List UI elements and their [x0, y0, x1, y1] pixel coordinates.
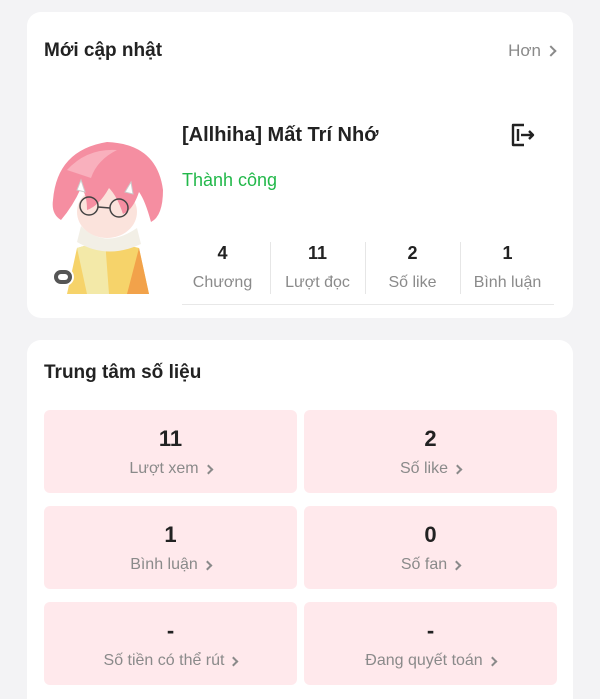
book-stat-chapters: 4 Chương: [175, 240, 270, 296]
book-stat-value: 1: [502, 243, 513, 263]
tile-label-text: Bình luận: [130, 556, 198, 573]
divider: [182, 304, 554, 305]
book-stat-value: 11: [307, 243, 328, 263]
chevron-right-icon: [452, 464, 463, 474]
tile-comments[interactable]: 1 Bình luận: [44, 506, 297, 589]
tile-label-text: Đang quyết toán: [365, 652, 483, 669]
book-stat-comments: 1 Bình luận: [460, 240, 555, 296]
tile-value: 0: [424, 522, 437, 547]
recent-updates-title: Mới cập nhật: [44, 40, 163, 61]
recent-updates-card: Mới cập nhật Hơn [Allhiha] Mất Trí Nhớ T…: [27, 12, 573, 318]
tile-label-text: Lượt xem: [129, 460, 199, 477]
tile-label: Đang quyết toán: [365, 652, 498, 670]
more-link-label: Hơn: [508, 41, 541, 60]
tile-withdrawable[interactable]: - Số tiền có thể rút: [44, 602, 297, 685]
book-stat-value: 2: [407, 243, 418, 263]
book-stat-label: Bình luận: [473, 274, 542, 291]
book-stat-label: Số like: [388, 274, 437, 291]
chevron-right-icon: [487, 656, 498, 666]
data-center-card: Trung tâm số liệu 11 Lượt xem 2 Số like …: [27, 340, 573, 699]
tile-label: Số fan: [400, 556, 462, 574]
book-stat-label: Chương: [192, 274, 253, 291]
book-status: Thành công: [182, 170, 278, 190]
book-stat-label: Lượt đọc: [285, 274, 350, 291]
tile-label: Lượt xem: [129, 460, 214, 478]
tile-likes[interactable]: 2 Số like: [304, 410, 557, 493]
chevron-right-icon: [229, 656, 239, 666]
chevron-right-icon: [451, 560, 462, 570]
tile-fans[interactable]: 0 Số fan: [304, 506, 557, 589]
data-center-title: Trung tâm số liệu: [44, 362, 202, 383]
chat-bubble-icon: [52, 268, 74, 286]
chevron-right-icon: [202, 560, 213, 570]
tile-value: 2: [424, 426, 437, 451]
book-stat-likes: 2 Số like: [365, 240, 460, 296]
more-link[interactable]: Hơn: [508, 41, 557, 61]
chevron-right-icon: [203, 464, 214, 474]
tile-value: -: [426, 618, 435, 643]
chevron-right-icon: [545, 45, 557, 57]
tile-value: 1: [164, 522, 177, 547]
tile-label-text: Số like: [399, 460, 449, 477]
tile-settling[interactable]: - Đang quyết toán: [304, 602, 557, 685]
tile-label-text: Số tiền có thể rút: [103, 652, 225, 669]
book-cover[interactable]: [47, 130, 165, 294]
tile-label: Số like: [399, 460, 463, 478]
data-tiles: 11 Lượt xem 2 Số like 1 Bình luận 0 Số f…: [44, 410, 557, 685]
exit-icon[interactable]: [507, 120, 537, 150]
tile-views[interactable]: 11 Lượt xem: [44, 410, 297, 493]
book-stat-reads: 11 Lượt đọc: [270, 240, 365, 296]
book-stats: 4 Chương 11 Lượt đọc 2 Số like 1 Bình lu…: [175, 240, 555, 296]
book-title[interactable]: [Allhiha] Mất Trí Nhớ: [182, 124, 378, 147]
tile-label-text: Số fan: [400, 556, 448, 573]
tile-value: 11: [158, 426, 183, 451]
tile-label: Bình luận: [130, 556, 213, 574]
book-stat-value: 4: [217, 243, 228, 263]
tile-label: Số tiền có thể rút: [103, 652, 239, 670]
tile-value: -: [166, 618, 175, 643]
